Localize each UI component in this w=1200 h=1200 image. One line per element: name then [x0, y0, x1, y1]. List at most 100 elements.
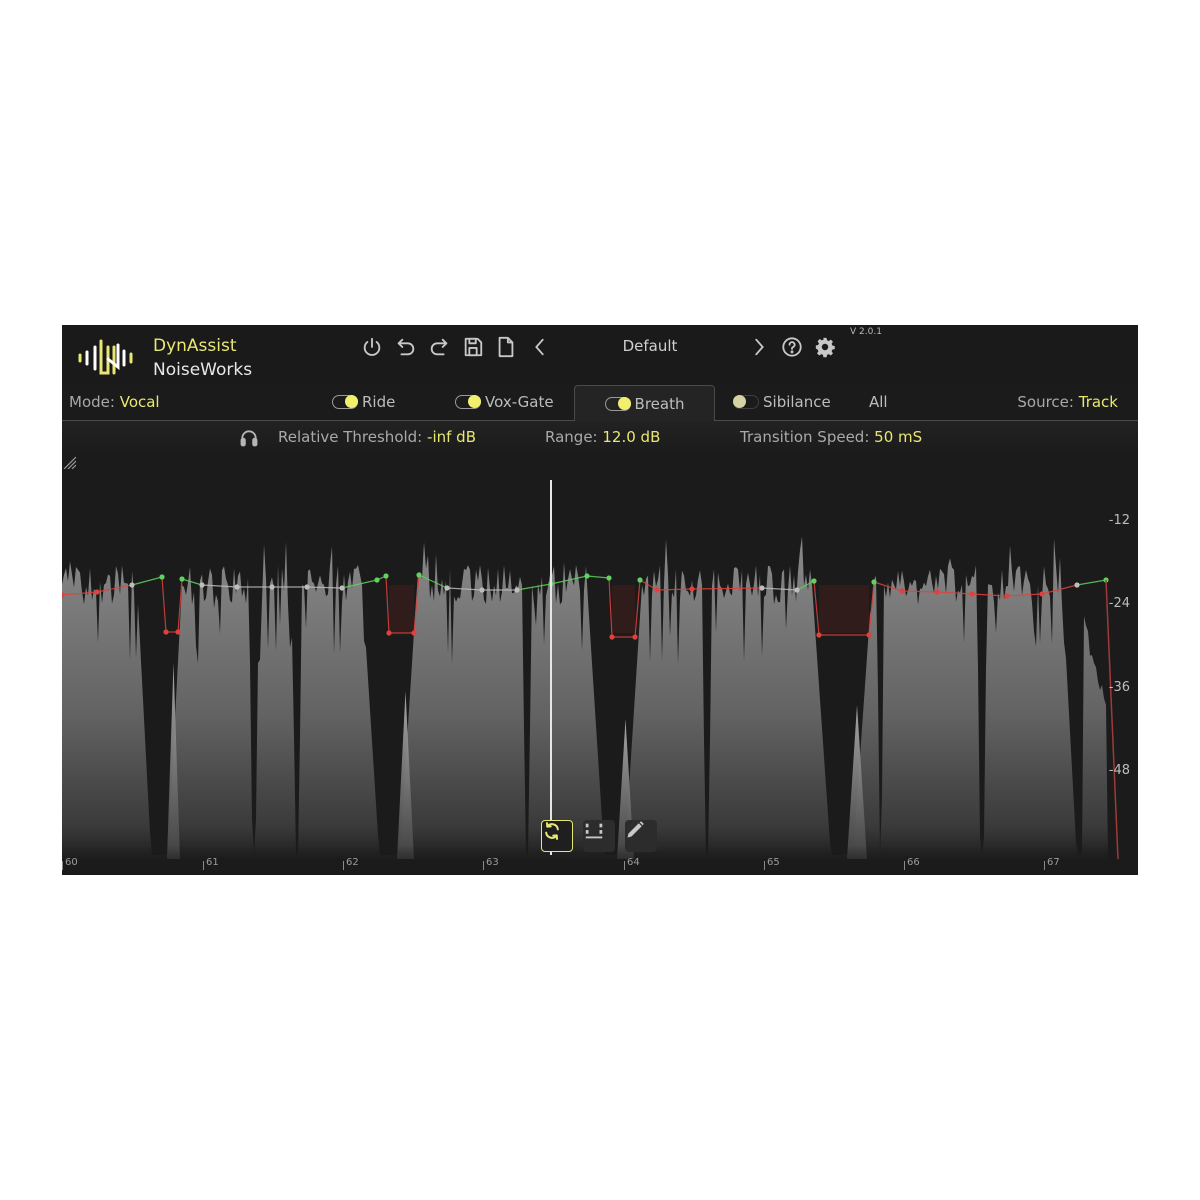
gain-node[interactable]: [374, 577, 380, 583]
time-tick-label: 67: [1044, 857, 1060, 870]
gain-node[interactable]: [969, 591, 975, 597]
source-value: Track: [1078, 393, 1118, 411]
tab-breath[interactable]: Breath: [574, 385, 715, 421]
gain-node[interactable]: [383, 573, 389, 579]
gain-node[interactable]: [179, 576, 185, 582]
gain-node[interactable]: [386, 630, 392, 636]
sibilance-toggle[interactable]: [733, 395, 759, 409]
gain-node[interactable]: [794, 587, 800, 593]
relative-threshold-label: Relative Threshold:: [278, 428, 423, 446]
gain-curve-segment: [181, 578, 203, 586]
gain-node[interactable]: [934, 589, 940, 595]
gain-node[interactable]: [632, 634, 638, 640]
gain-node[interactable]: [811, 578, 817, 584]
transition-speed-label: Transition Speed:: [740, 428, 870, 446]
gain-node[interactable]: [759, 585, 765, 591]
gain-node[interactable]: [866, 632, 872, 638]
refresh-icon: [545, 822, 559, 840]
parameter-bar: Relative Threshold: -inf dB Range: 12.0 …: [62, 421, 1138, 455]
tab-all[interactable]: All: [869, 385, 888, 419]
save-icon: [464, 337, 483, 357]
gain-node[interactable]: [689, 586, 695, 592]
gain-node[interactable]: [637, 577, 643, 583]
time-tick-label: 66: [904, 857, 920, 870]
range-select-tool-button[interactable]: [583, 820, 615, 852]
waveform-canvas[interactable]: [62, 455, 1138, 875]
chevron-left-icon: [535, 338, 544, 356]
tab-sibilance[interactable]: Sibilance: [733, 385, 831, 419]
new-preset-button[interactable]: [494, 335, 518, 359]
gain-reduction-region: [389, 585, 414, 633]
tab-vox-gate[interactable]: Vox-Gate: [455, 385, 554, 419]
gain-curve-segment: [161, 576, 167, 633]
gain-node[interactable]: [444, 585, 450, 591]
time-tick-label: 63: [483, 857, 499, 870]
gain-node[interactable]: [871, 579, 877, 585]
auto-loop-tool-button[interactable]: [541, 820, 573, 852]
breath-toggle[interactable]: [604, 396, 631, 411]
settings-button[interactable]: [813, 335, 837, 359]
redo-button[interactable]: [427, 335, 451, 359]
transition-speed-control[interactable]: Transition Speed: 50 mS: [740, 428, 922, 446]
range-control[interactable]: Range: 12.0 dB: [545, 428, 660, 446]
gain-curve-segment: [608, 577, 613, 638]
waveform-graph[interactable]: -12 -24 -36 -48 60 61 62 63 64 65 66 67: [62, 455, 1138, 875]
tab-ride[interactable]: Ride: [332, 385, 395, 419]
gain-node[interactable]: [159, 574, 165, 580]
mode-selector[interactable]: Mode: Vocal: [69, 393, 160, 411]
preset-name[interactable]: Default: [602, 337, 698, 355]
power-button[interactable]: [360, 335, 384, 359]
vox-gate-toggle[interactable]: [455, 395, 481, 409]
resize-grip-icon[interactable]: [62, 455, 76, 469]
gain-node[interactable]: [339, 585, 345, 591]
gain-node[interactable]: [514, 587, 520, 593]
gain-node[interactable]: [1004, 593, 1010, 599]
output-gain-line: [1105, 579, 1119, 860]
pencil-icon: [627, 821, 644, 838]
gain-node[interactable]: [816, 632, 822, 638]
gain-node[interactable]: [94, 589, 100, 595]
gain-node[interactable]: [1074, 582, 1080, 588]
gain-node[interactable]: [899, 588, 905, 594]
gain-node[interactable]: [584, 573, 590, 579]
logo-icon: [78, 339, 133, 375]
draw-tool-button[interactable]: [625, 820, 657, 852]
gain-node[interactable]: [416, 572, 422, 578]
mode-label: Mode:: [69, 393, 115, 411]
tab-label: Sibilance: [763, 393, 831, 411]
source-selector[interactable]: Source: Track: [1017, 393, 1118, 411]
source-label: Source:: [1017, 393, 1074, 411]
gain-node[interactable]: [175, 629, 181, 635]
range-value: 12.0 dB: [602, 428, 661, 446]
gain-curve-segment: [131, 576, 163, 586]
gain-node[interactable]: [304, 584, 310, 590]
tab-bar: Mode: Vocal Ride Vox-Gate Breath Sibilan…: [62, 385, 1138, 421]
header: DynAssist NoiseWorks Default V 2.0.1: [62, 325, 1138, 385]
gain-curve-segment: [691, 587, 763, 590]
gain-node[interactable]: [606, 575, 612, 581]
undo-icon: [397, 338, 415, 356]
headphones-icon[interactable]: [239, 428, 259, 448]
gain-node[interactable]: [234, 584, 240, 590]
gain-node[interactable]: [1039, 591, 1045, 597]
gain-node[interactable]: [129, 582, 135, 588]
save-button[interactable]: [461, 335, 485, 359]
undo-button[interactable]: [394, 335, 418, 359]
transition-speed-value: 50 mS: [874, 428, 923, 446]
ride-toggle[interactable]: [332, 395, 358, 409]
relative-threshold-value: -inf dB: [427, 428, 476, 446]
gain-node[interactable]: [163, 629, 169, 635]
gain-curve-segment: [586, 575, 610, 579]
gain-node[interactable]: [654, 587, 660, 593]
gain-node[interactable]: [199, 582, 205, 588]
gain-node[interactable]: [411, 630, 417, 636]
relative-threshold-control[interactable]: Relative Threshold: -inf dB: [278, 428, 476, 446]
gain-node[interactable]: [479, 587, 485, 593]
bracket-select-icon: [585, 823, 603, 839]
gain-node[interactable]: [609, 634, 615, 640]
time-tick-label: 64: [624, 857, 640, 870]
help-button[interactable]: [780, 335, 804, 359]
prev-preset-button[interactable]: [528, 335, 552, 359]
next-preset-button[interactable]: [747, 335, 771, 359]
gain-node[interactable]: [269, 584, 275, 590]
